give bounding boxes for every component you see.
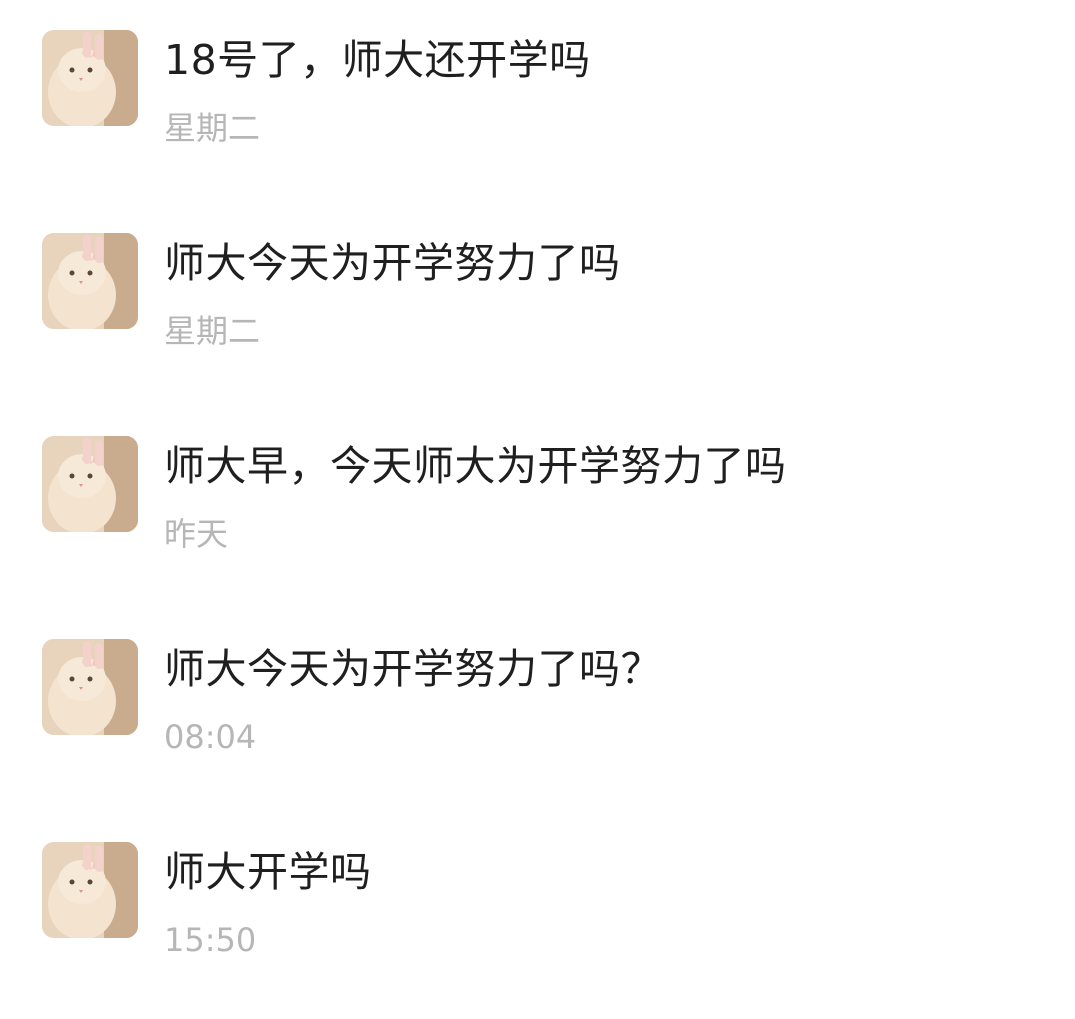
cat-avatar-icon[interactable] [42,842,138,938]
cat-avatar-icon[interactable] [42,639,138,735]
post-timestamp: 星期二 [164,312,261,350]
list-item[interactable]: 师大今天为开学努力了吗？ 08:04 [0,639,1075,799]
cat-avatar-icon[interactable] [42,30,138,126]
cat-avatar-icon[interactable] [42,436,138,532]
cat-avatar-icon[interactable] [42,233,138,329]
post-timestamp: 昨天 [164,515,229,553]
list-item[interactable]: 18号了，师大还开学吗 星期二 [0,30,1075,190]
post-message: 师大今天为开学努力了吗 [164,239,621,287]
list-item[interactable]: 师大今天为开学努力了吗 星期二 [0,233,1075,393]
post-message: 师大开学吗 [164,848,372,896]
post-message: 师大今天为开学努力了吗？ [164,645,662,693]
post-timestamp: 08:04 [164,718,257,756]
message-feed: 18号了，师大还开学吗 星期二 师大今天为开学努力了吗 星期二 师大早，今天师大… [0,0,1075,1019]
list-item[interactable]: 师大开学吗 15:50 [0,842,1075,1002]
list-item[interactable]: 师大早，今天师大为开学努力了吗 昨天 [0,436,1075,596]
post-timestamp: 星期二 [164,109,261,147]
post-message: 师大早，今天师大为开学努力了吗 [164,442,787,490]
post-message: 18号了，师大还开学吗 [164,36,591,84]
post-timestamp: 15:50 [164,921,257,959]
